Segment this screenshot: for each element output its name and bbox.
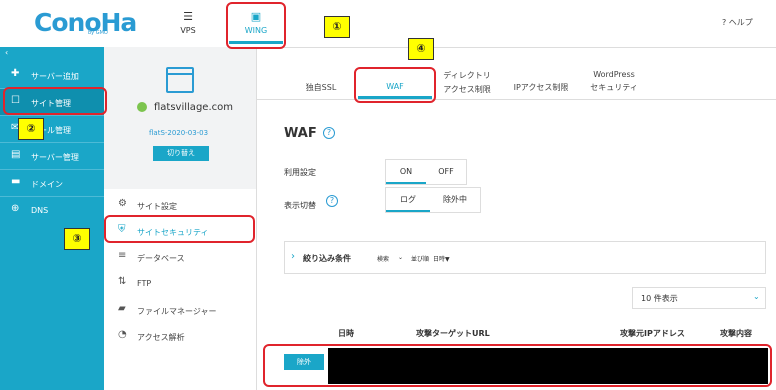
usage-toggle: ON OFF	[385, 159, 467, 185]
tab-label-line2: アクセス制限	[443, 85, 491, 94]
excluded-button[interactable]: 除外中	[430, 188, 480, 212]
sidebar-item-mail-management[interactable]: ✉ メール管理	[0, 116, 104, 142]
server-icon: ☰	[183, 10, 193, 23]
conoha-logo[interactable]: ConoHa	[34, 8, 137, 37]
column-header-target-url: 攻撃ターゲットURL	[416, 329, 490, 338]
menu-item-access-analysis[interactable]: ◔ アクセス解析	[104, 323, 256, 349]
tab-label-line2: セキュリティ	[590, 83, 638, 92]
menu-item-file-manager[interactable]: ▰ ファイルマネージャー	[104, 297, 256, 323]
tab-wordpress-security[interactable]: WordPress セキュリティ	[584, 70, 644, 93]
per-page-select[interactable]: 10 件表示 ⌄	[632, 287, 766, 309]
filter-search-label: 検索	[377, 256, 390, 263]
annotation-marker-3: ③	[64, 228, 90, 250]
chevron-down-icon: ⌄	[398, 254, 404, 261]
sidebar-item-add-server[interactable]: ✚ サーバー追加	[0, 62, 104, 88]
sidebar-item-domain[interactable]: ▬ ドメイン	[0, 170, 104, 196]
sidebar-item-server-management[interactable]: ▤ サーバー管理	[0, 143, 104, 169]
switch-site-button[interactable]: 切り替え	[153, 146, 209, 161]
log-button[interactable]: ログ	[386, 188, 430, 212]
menu-item-database[interactable]: ≡ データベース	[104, 244, 256, 270]
help-link[interactable]: ? ヘルプ	[722, 17, 753, 28]
tab-ssl[interactable]: 独自SSL	[294, 82, 348, 93]
site-id: flatS-2020-03-03	[149, 129, 209, 137]
filter-sort-label: 並び順	[411, 256, 430, 263]
nav-vps-label: VPS	[180, 26, 196, 35]
tab-label-line1: WordPress	[593, 70, 635, 79]
folder-icon: ▰	[118, 303, 126, 314]
domain-icon: ▬	[11, 176, 21, 187]
annotation-marker-1: ①	[324, 16, 350, 38]
site-status-icon	[137, 102, 147, 112]
sidebar-item-dns[interactable]: ⊕ DNS	[0, 197, 104, 223]
menu-item-label: ファイルマネージャー	[137, 307, 217, 316]
display-help-icon[interactable]: ?	[326, 195, 338, 207]
plus-icon: ✚	[11, 68, 20, 79]
annotation-marker-2: ②	[18, 118, 44, 140]
sidebar-item-label: ドメイン	[31, 180, 63, 189]
column-header-source-ip: 攻撃元IPアドレス	[620, 329, 685, 338]
ftp-icon: ⇅	[118, 276, 127, 287]
column-header-attack-content: 攻撃内容	[720, 329, 752, 338]
display-toggle-label: 表示切替	[284, 201, 316, 210]
menu-item-label: サイト設定	[137, 202, 177, 211]
database-icon: ≡	[118, 250, 127, 261]
usage-on-button[interactable]: ON	[386, 160, 426, 184]
usage-setting-label: 利用設定	[284, 168, 316, 177]
annotation-box-log-row	[263, 344, 772, 387]
annotation-box-site-security	[104, 215, 255, 243]
waf-help-icon[interactable]: ?	[323, 127, 335, 139]
globe-icon: ⊕	[11, 203, 20, 214]
menu-item-label: アクセス解析	[137, 333, 185, 342]
server-manage-icon: ▤	[11, 149, 21, 160]
site-domain: flatsvillage.com	[154, 102, 233, 113]
annotation-marker-4: ④	[408, 38, 434, 60]
sidebar-item-label: サーバー管理	[31, 153, 79, 162]
chevron-right-icon: ›	[291, 251, 295, 262]
sidebar-item-label: サーバー追加	[31, 72, 79, 81]
logo-subtitle: by GMO	[88, 30, 108, 36]
nav-vps[interactable]: ☰ VPS	[170, 11, 206, 35]
site-settings-icon: ⚙	[118, 198, 127, 209]
tab-ip-access[interactable]: IPアクセス制限	[508, 82, 574, 93]
chevron-down-icon: ⌄	[753, 292, 760, 301]
tab-directory-access[interactable]: ディレクトリ アクセス制限	[438, 70, 496, 95]
filter-title: 絞り込み条件	[303, 254, 351, 263]
usage-off-button[interactable]: OFF	[426, 160, 466, 184]
per-page-value: 10 件表示	[641, 294, 678, 303]
filter-bar[interactable]: › 絞り込み条件 検索 ⌄ 並び順 日時▼	[284, 241, 766, 274]
display-toggle: ログ 除外中	[385, 187, 481, 213]
sidebar-item-label: DNS	[31, 206, 49, 215]
annotation-box-site-management	[3, 87, 107, 115]
annotation-box-wing	[226, 2, 286, 49]
menu-item-label: データベース	[137, 254, 185, 263]
sidebar-collapse-icon[interactable]: ‹	[5, 48, 8, 57]
menu-item-label: FTP	[137, 279, 152, 288]
browser-window-icon	[166, 67, 194, 93]
annotation-box-waf-tab	[354, 67, 436, 103]
column-header-datetime: 日時	[338, 329, 354, 338]
tab-label-line1: ディレクトリ	[443, 71, 491, 80]
tabs-divider	[256, 99, 776, 100]
help-label: ヘルプ	[728, 18, 753, 27]
filter-sort-value[interactable]: 日時▼	[433, 254, 450, 263]
pie-chart-icon: ◔	[118, 329, 127, 340]
menu-item-ftp[interactable]: ⇅ FTP	[104, 270, 256, 296]
help-icon: ?	[722, 18, 727, 27]
page-title: WAF	[284, 126, 317, 141]
